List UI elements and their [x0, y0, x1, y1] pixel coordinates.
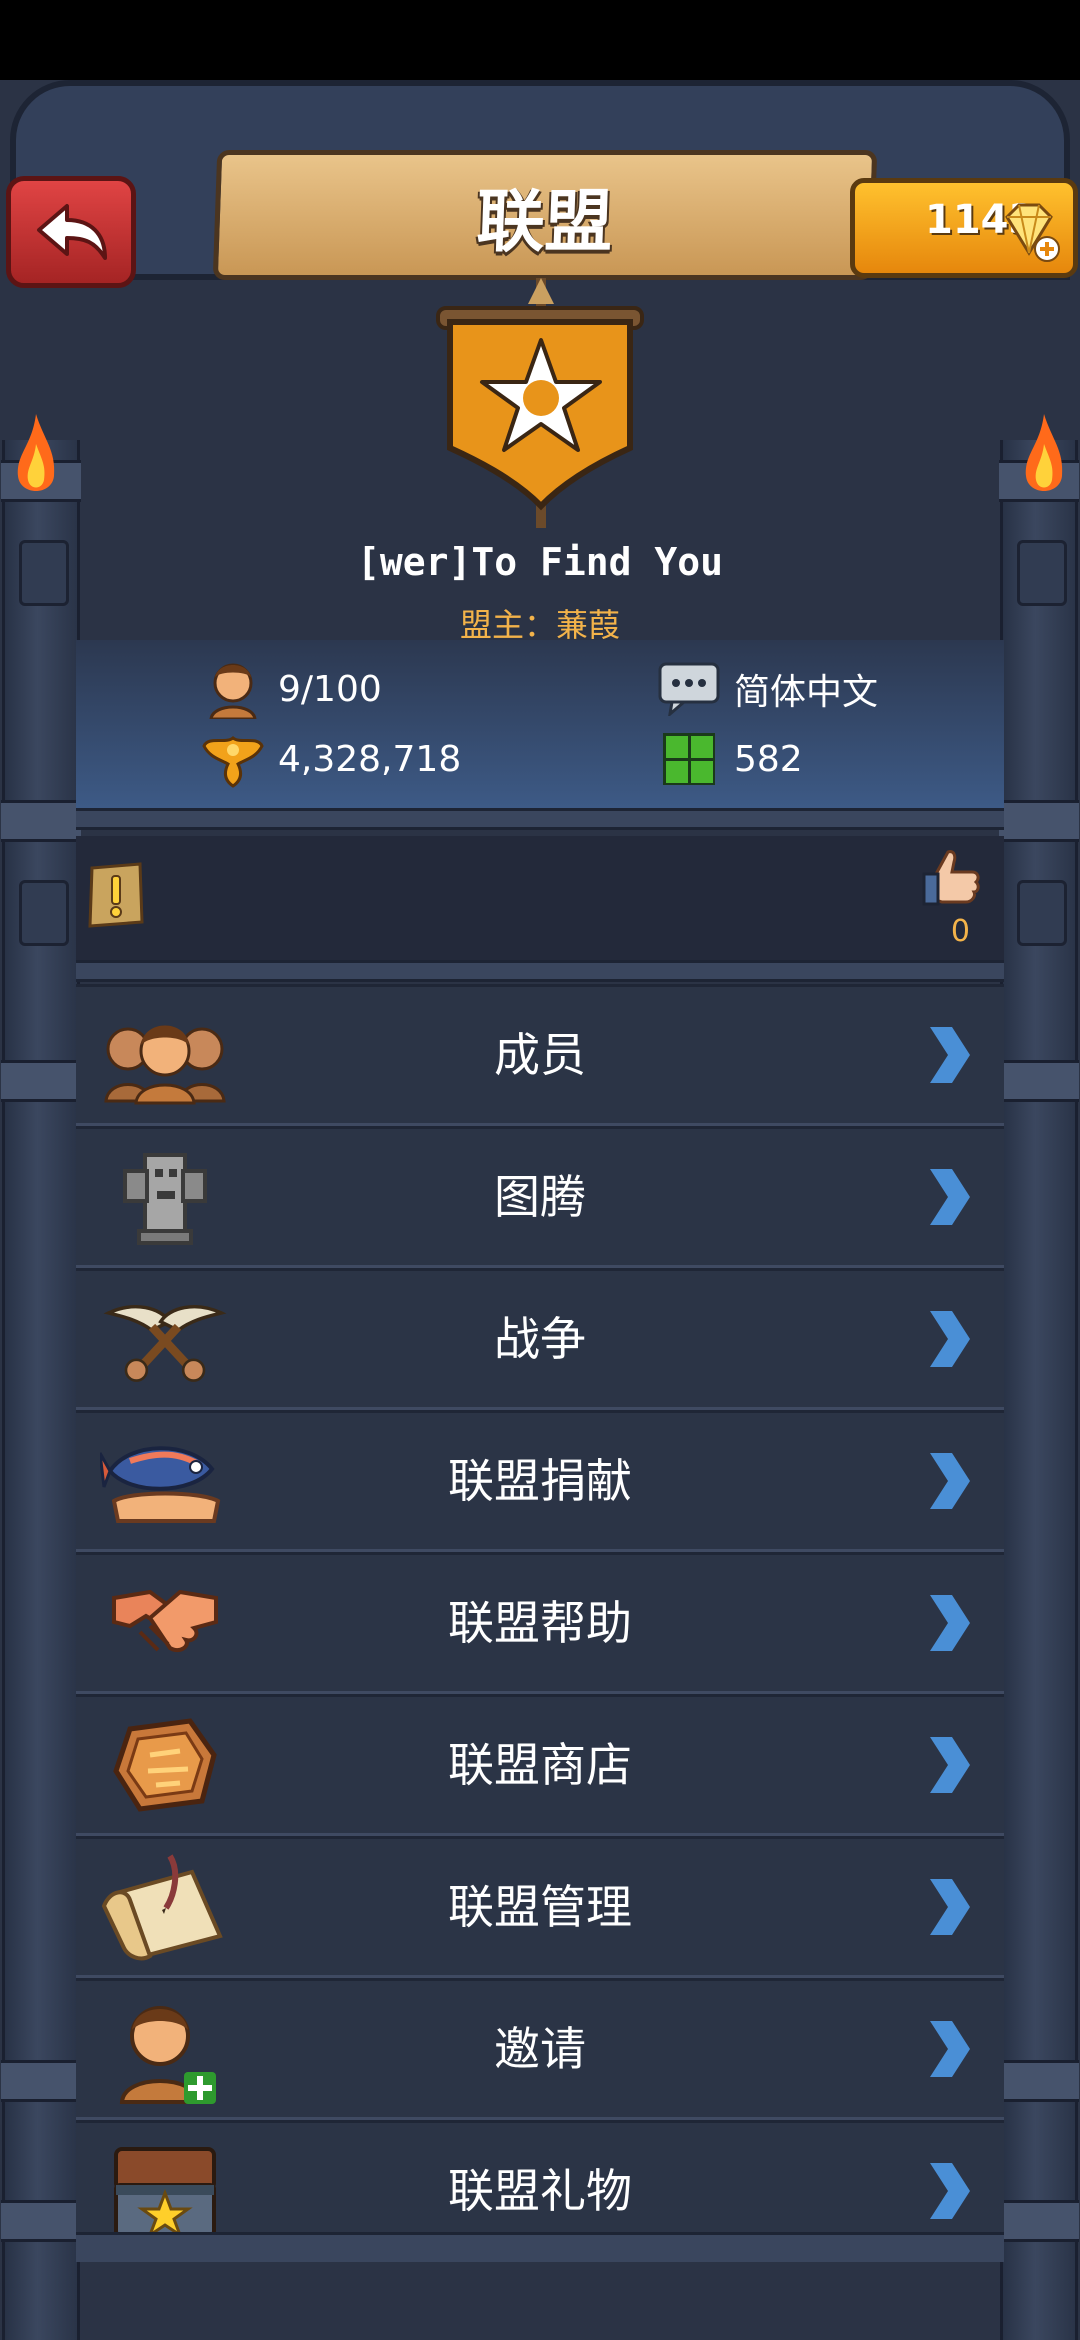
like-count: 0: [950, 914, 970, 949]
language-label: 简体中文: [734, 672, 879, 713]
menu-item-invite[interactable]: 邀请: [76, 1978, 1004, 2120]
leader-label: 盟主：: [459, 606, 556, 644]
power-stat: 4,328,718: [202, 728, 461, 790]
right-pillar: [999, 440, 1079, 2340]
divider: [76, 808, 1004, 830]
page-title: 联盟: [475, 182, 615, 262]
alliance-notice-area[interactable]: 0: [76, 836, 1004, 960]
menu-item-war[interactable]: 战争: [76, 1268, 1004, 1410]
menu-label: 邀请: [494, 2022, 586, 2076]
chevron-right-icon: [930, 1595, 970, 1651]
phoenix-icon: [202, 728, 264, 790]
title-banner: 联盟: [212, 150, 878, 280]
menu-label: 战争: [494, 1312, 586, 1366]
menu-label: 联盟捐献: [448, 1454, 632, 1508]
gem-counter-button[interactable]: 1143: [850, 178, 1078, 278]
left-pillar: [1, 440, 81, 2340]
chevron-right-icon: [930, 1453, 970, 1509]
torch-flame-icon: [17, 414, 55, 491]
chevron-right-icon: [930, 1879, 970, 1935]
torch-flame-icon: [1025, 414, 1063, 491]
chevron-right-icon: [930, 1311, 970, 1367]
menu-label: 成员: [494, 1028, 586, 1082]
chevron-right-icon: [930, 2021, 970, 2077]
menu-label: 图腾: [494, 1170, 586, 1224]
chevron-right-icon: [930, 1169, 970, 1225]
members-count: 9/100: [278, 668, 382, 710]
menu-item-members[interactable]: 成员: [76, 984, 1004, 1126]
thumbs-up-icon[interactable]: [922, 848, 984, 908]
alliance-emblem-icon: [436, 278, 644, 528]
menu-item-shop[interactable]: 联盟商店: [76, 1694, 1004, 1836]
alliance-name: [wer]To Find You: [356, 540, 724, 584]
menu-item-management[interactable]: 联盟管理: [76, 1836, 1004, 1978]
menu-item-totem[interactable]: 图腾: [76, 1126, 1004, 1268]
members-stat: 9/100: [202, 658, 382, 720]
menu-item-donation[interactable]: 联盟捐献: [76, 1410, 1004, 1552]
caveman-icon: [202, 658, 264, 720]
chevron-right-icon: [930, 2163, 970, 2219]
alliance-info-panel: 9/100 简体中文 4,328,718 582: [76, 640, 1004, 808]
back-arrow-icon: [37, 204, 107, 260]
language-stat: 简体中文: [658, 658, 878, 720]
back-button[interactable]: [6, 176, 136, 288]
leader-name: 蒹葭: [556, 606, 621, 644]
alliance-menu: 成员 图腾 战争 联盟捐献 联盟帮助 联盟商店 联盟管理 邀请 联盟礼物: [76, 984, 1004, 2262]
territory-stat: 582: [658, 728, 803, 790]
chevron-right-icon: [930, 1737, 970, 1793]
menu-item-help[interactable]: 联盟帮助: [76, 1552, 1004, 1694]
chevron-right-icon: [930, 1027, 970, 1083]
menu-label: 联盟商店: [448, 1738, 632, 1792]
diamond-plus-icon: [1005, 203, 1060, 262]
territory-value: 582: [734, 738, 803, 780]
power-value: 4,328,718: [278, 738, 462, 780]
bottom-frame-bar: [76, 2232, 1004, 2262]
menu-label: 联盟帮助: [448, 1596, 632, 1650]
divider: [76, 960, 1004, 982]
chat-bubble-icon: [658, 658, 720, 720]
menu-label: 联盟管理: [448, 1880, 632, 1934]
territory-grid-icon: [658, 728, 720, 790]
notice-scroll-icon[interactable]: [84, 860, 148, 930]
